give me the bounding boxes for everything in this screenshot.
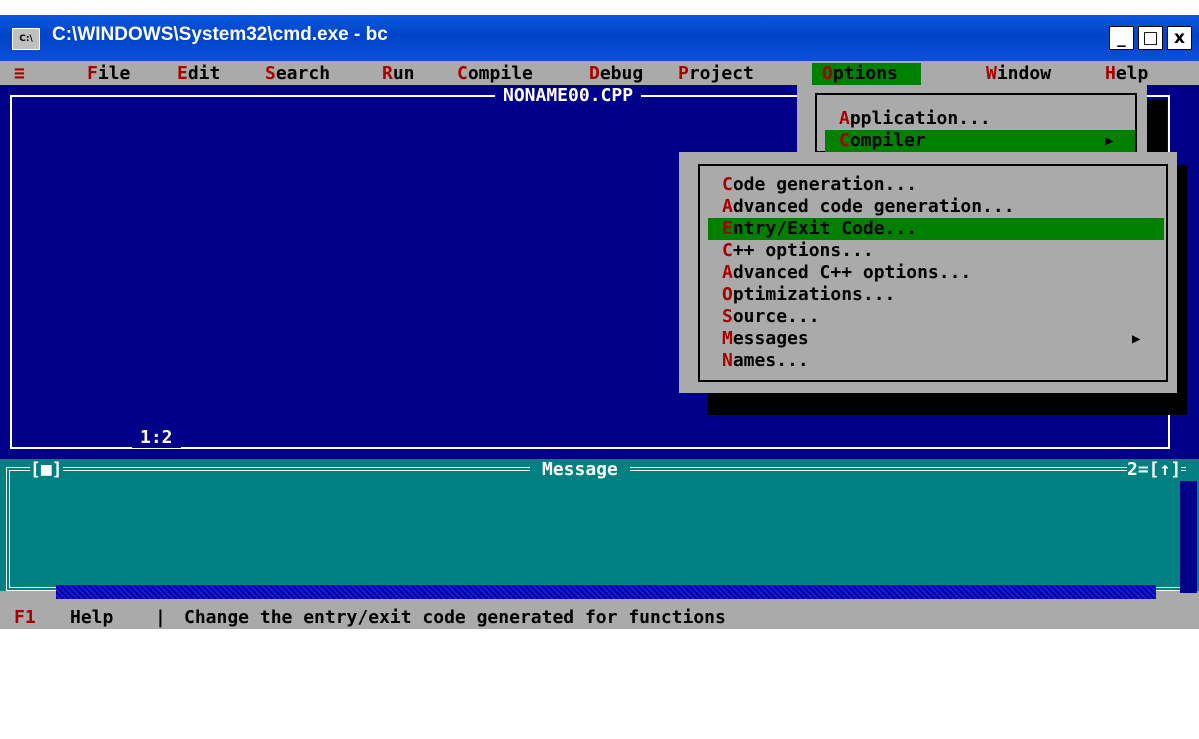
menu-run[interactable]: Run xyxy=(382,63,415,85)
menu-options[interactable]: Options xyxy=(812,63,921,85)
menu-item-source[interactable]: Source... xyxy=(722,306,820,328)
system-menu-icon[interactable]: ≡ xyxy=(14,63,25,85)
options-menu: Application... Compiler ▶ xyxy=(797,85,1147,160)
menu-item-messages[interactable]: Messages ▶ xyxy=(722,328,1152,350)
maximize-button[interactable]: □ xyxy=(1138,26,1163,50)
options-menu-shadow xyxy=(1147,100,1167,160)
menu-help[interactable]: Help xyxy=(1105,63,1148,85)
title-bar[interactable]: C:\ C:\WINDOWS\System32\cmd.exe - bc _ □… xyxy=(0,15,1199,61)
message-window[interactable]: [■] Message 2=[↑] xyxy=(0,459,1199,599)
close-button[interactable]: x xyxy=(1167,26,1192,50)
menu-file[interactable]: File xyxy=(87,63,130,85)
message-title: Message xyxy=(530,459,630,480)
compiler-menu-shadow-right xyxy=(1177,165,1187,415)
minimize-button[interactable]: _ xyxy=(1109,26,1134,50)
menu-project[interactable]: Project xyxy=(678,63,754,85)
submenu-arrow-icon: ▶ xyxy=(1132,331,1141,347)
menu-bar: ≡ File Edit Search Run Compile Debug Pro… xyxy=(0,63,1199,85)
menu-window[interactable]: Window xyxy=(986,63,1051,85)
menu-item-advanced-cpp-options[interactable]: Advanced C++ options... xyxy=(722,262,971,284)
menu-item-names[interactable]: Names... xyxy=(722,350,809,372)
status-hint: Change the entry/exit code generated for… xyxy=(184,607,726,628)
submenu-arrow-icon: ▶ xyxy=(1105,133,1114,149)
compiler-menu: Code generation... Advanced code generat… xyxy=(679,152,1177,393)
menu-item-application[interactable]: Application... xyxy=(839,108,991,130)
window-title: C:\WINDOWS\System32\cmd.exe - bc xyxy=(52,24,388,45)
horizontal-scrollbar[interactable] xyxy=(56,585,1156,599)
menu-search[interactable]: Search xyxy=(265,63,330,85)
message-frame xyxy=(6,467,1186,591)
menu-item-optimizations[interactable]: Optimizations... xyxy=(722,284,895,306)
vertical-scrollbar[interactable] xyxy=(1180,481,1197,593)
status-help-label[interactable]: Help xyxy=(70,607,113,629)
compiler-menu-shadow-bottom xyxy=(707,393,1187,415)
menu-item-compiler[interactable]: Compiler ▶ xyxy=(825,130,1135,152)
menu-item-cpp-options[interactable]: C++ options... xyxy=(722,240,874,262)
status-separator: | xyxy=(155,607,166,628)
cmd-icon[interactable]: C:\ xyxy=(12,28,40,50)
editor-filename: NONAME00.CPP xyxy=(495,85,642,106)
menu-item-entry-exit-code[interactable]: Entry/Exit Code... xyxy=(708,218,1164,240)
message-close-icon[interactable]: [■] xyxy=(30,459,63,480)
menu-item-advanced-code-generation[interactable]: Advanced code generation... xyxy=(722,196,1015,218)
status-bar: F1 Help | Change the entry/exit code gen… xyxy=(0,607,1199,629)
message-window-number[interactable]: 2=[↑] xyxy=(1127,459,1182,480)
menu-compile[interactable]: Compile xyxy=(457,63,533,85)
menu-edit[interactable]: Edit xyxy=(177,63,220,85)
menu-item-code-generation[interactable]: Code generation... xyxy=(722,174,917,196)
menu-debug[interactable]: Debug xyxy=(589,63,643,85)
status-f1-key[interactable]: F1 xyxy=(14,607,36,629)
cursor-position: 1:2 xyxy=(132,427,181,448)
console-window: C:\ C:\WINDOWS\System32\cmd.exe - bc _ □… xyxy=(0,15,1199,629)
